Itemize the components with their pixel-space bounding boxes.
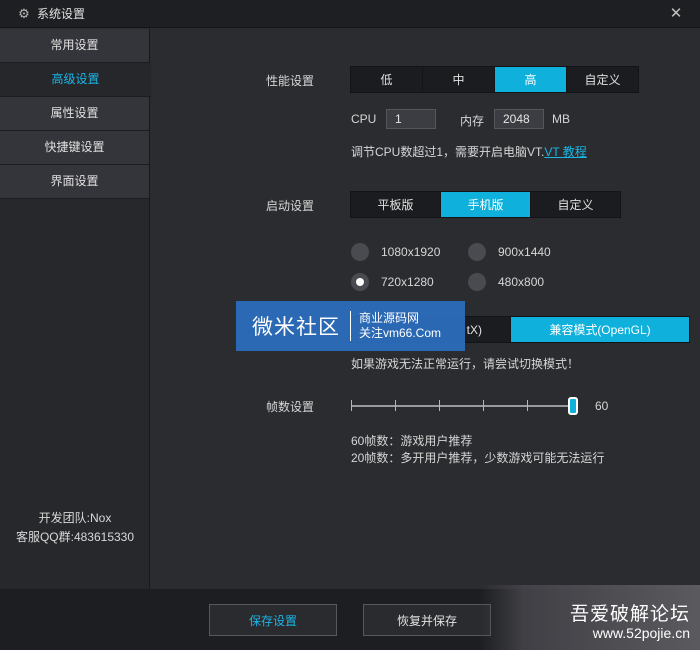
startup-label: 启动设置 xyxy=(266,199,315,213)
watermark-small-text: 商业源码网 关注vm66.Com xyxy=(359,311,441,341)
perf-option-high[interactable]: 高 xyxy=(495,67,567,92)
radio-dot xyxy=(468,273,486,291)
sidebar-item-advanced[interactable]: 高级设置 xyxy=(0,63,151,97)
sidebar: 常用设置 高级设置 属性设置 快捷键设置 界面设置 开发团队:Nox 客服QQ群… xyxy=(0,29,151,589)
fps-slider[interactable] xyxy=(351,395,581,417)
sidebar-item-shortcuts[interactable]: 快捷键设置 xyxy=(0,131,149,165)
perf-option-medium[interactable]: 中 xyxy=(423,67,495,92)
slider-tick xyxy=(395,400,396,411)
title-bar: ⚙ 系统设置 ✕ xyxy=(0,0,700,28)
dev-team-text: 开发团队:Nox xyxy=(38,511,112,525)
window-title: 系统设置 xyxy=(37,7,86,21)
cpu-label: CPU xyxy=(351,112,377,126)
restore-save-button[interactable]: 恢复并保存 xyxy=(363,604,491,636)
startup-option-phone[interactable]: 手机版 xyxy=(441,192,531,217)
sidebar-item-interface[interactable]: 界面设置 xyxy=(0,165,149,199)
resolution-radio-900[interactable]: 900x1440 xyxy=(468,243,551,261)
sidebar-item-common[interactable]: 常用设置 xyxy=(0,29,149,63)
sidebar-item-properties[interactable]: 属性设置 xyxy=(0,97,149,131)
radio-dot xyxy=(351,243,369,261)
render-hint: 如果游戏无法正常运行，请尝试切换模式！ xyxy=(351,357,580,371)
resolution-radio-1080[interactable]: 1080x1920 xyxy=(351,243,440,261)
watermark-vm66: 微米社区 商业源码网 关注vm66.Com xyxy=(236,301,465,351)
resolution-label: 900x1440 xyxy=(498,245,551,259)
watermark-52pojie-title: 吾爱破解论坛 xyxy=(569,604,690,625)
memory-label: 内存 xyxy=(460,114,485,128)
save-button[interactable]: 保存设置 xyxy=(209,604,337,636)
resolution-radio-720[interactable]: 720x1280 xyxy=(351,273,434,291)
slider-tick xyxy=(483,400,484,411)
resolution-label: 720x1280 xyxy=(381,275,434,289)
watermark-line2: 关注vm66.Com xyxy=(359,326,442,340)
close-icon[interactable]: ✕ xyxy=(668,6,684,22)
watermark-divider xyxy=(350,311,351,341)
cpu-hint-text: 调节CPU数超过1，需要开启电脑VT. xyxy=(351,145,545,159)
performance-segmented: 低 中 高 自定义 xyxy=(350,66,639,93)
resolution-label: 480x800 xyxy=(498,275,545,289)
watermark-52pojie-url: www.52pojie.cn xyxy=(592,625,690,641)
memory-input[interactable] xyxy=(494,109,544,129)
startup-option-tablet[interactable]: 平板版 xyxy=(351,192,441,217)
slider-thumb[interactable] xyxy=(568,397,578,415)
perf-option-custom[interactable]: 自定义 xyxy=(567,67,638,92)
startup-option-custom[interactable]: 自定义 xyxy=(531,192,620,217)
radio-dot-selected xyxy=(351,273,369,291)
resolution-label: 1080x1920 xyxy=(381,245,441,259)
watermark-52pojie: 吾爱破解论坛 www.52pojie.cn xyxy=(480,585,700,650)
cpu-hint: 调节CPU数超过1，需要开启电脑VT.VT 教程 xyxy=(351,143,587,160)
slider-tick xyxy=(527,400,528,411)
slider-track xyxy=(351,405,573,407)
vt-tutorial-link[interactable]: VT 教程 xyxy=(544,145,586,159)
resolution-radio-480[interactable]: 480x800 xyxy=(468,273,544,291)
qq-group-text: 客服QQ群:483615330 xyxy=(15,530,135,544)
radio-dot xyxy=(468,243,486,261)
watermark-line1: 商业源码网 xyxy=(359,311,420,325)
fps-note-60: 60帧数：游戏用户推荐 xyxy=(351,434,473,448)
memory-unit: MB xyxy=(552,112,570,126)
gear-icon: ⚙ xyxy=(18,5,30,21)
performance-label: 性能设置 xyxy=(266,74,315,88)
fps-value: 60 xyxy=(595,399,609,413)
sidebar-footer: 开发团队:Nox 客服QQ群:483615330 xyxy=(0,509,150,547)
slider-tick xyxy=(439,400,440,411)
fps-label: 帧数设置 xyxy=(266,400,315,414)
startup-segmented: 平板版 手机版 自定义 xyxy=(350,191,621,218)
watermark-big-text: 微米社区 xyxy=(252,316,340,339)
render-option-opengl[interactable]: 兼容模式(OpenGL) xyxy=(511,317,689,342)
perf-option-low[interactable]: 低 xyxy=(351,67,423,92)
slider-tick xyxy=(351,400,352,411)
fps-note-20: 20帧数：多开用户推荐，少数游戏可能无法运行 xyxy=(351,451,605,465)
cpu-input[interactable] xyxy=(386,109,436,129)
